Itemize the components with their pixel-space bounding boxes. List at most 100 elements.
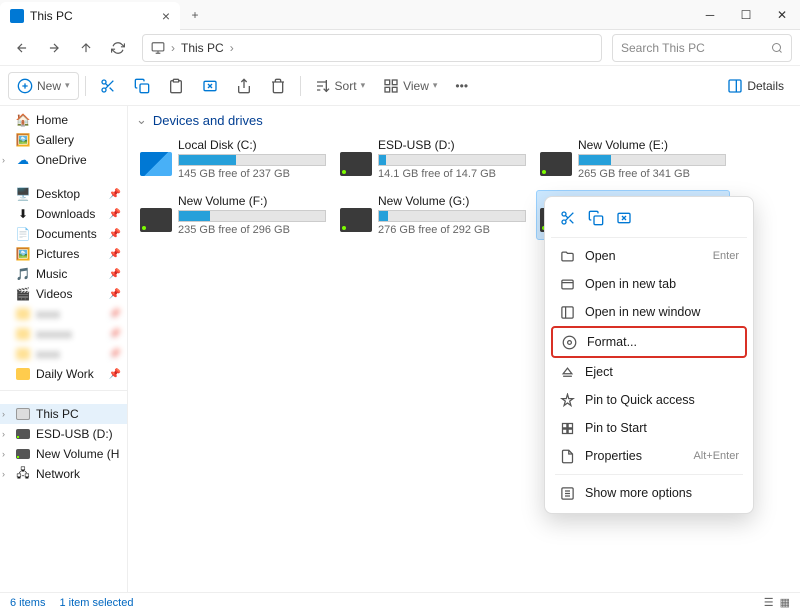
sort-button[interactable]: Sort▾	[307, 72, 374, 100]
sidebar-item-downloads[interactable]: ⬇Downloads📌	[0, 204, 127, 224]
breadcrumb[interactable]: This PC	[181, 41, 224, 55]
sidebar-item-pictures[interactable]: 🖼️Pictures📌	[0, 244, 127, 264]
context-open[interactable]: OpenEnter	[551, 242, 747, 270]
pin-icon: 📌	[109, 289, 121, 300]
new-tab-button[interactable]: +	[180, 0, 210, 29]
cut-button[interactable]	[92, 72, 124, 100]
chevron-right-icon[interactable]: ›	[2, 449, 5, 459]
format-icon	[561, 334, 577, 350]
tab-this-pc[interactable]: This PC ×	[0, 2, 180, 30]
plus-circle-icon	[17, 78, 33, 94]
drive-item[interactable]: New Volume (E:)265 GB free of 341 GB	[536, 134, 730, 184]
more-button[interactable]: •••	[447, 72, 476, 100]
context-pin-start[interactable]: Pin to Start	[551, 414, 747, 442]
sidebar-item-home[interactable]: 🏠Home	[0, 110, 127, 130]
forward-button[interactable]	[40, 34, 68, 62]
drive-name: Local Disk (C:)	[178, 138, 326, 152]
sidebar-item-documents[interactable]: 📄Documents📌	[0, 224, 127, 244]
cut-button[interactable]	[557, 207, 579, 229]
context-eject[interactable]: Eject	[551, 358, 747, 386]
pin-icon: 📌	[109, 269, 121, 280]
chevron-right-icon[interactable]: ›	[2, 429, 5, 439]
drive-name: New Volume (G:)	[378, 194, 526, 208]
sidebar-item-gallery[interactable]: 🖼️Gallery	[0, 130, 127, 150]
drive-icon	[140, 208, 172, 232]
search-box[interactable]: Search This PC	[612, 34, 792, 62]
copy-button[interactable]	[126, 72, 158, 100]
chevron-right-icon: ›	[230, 41, 234, 55]
drive-name: ESD-USB (D:)	[378, 138, 526, 152]
refresh-button[interactable]	[104, 34, 132, 62]
status-bar: 6 items 1 item selected ☰ ▦	[0, 592, 800, 612]
view-button[interactable]: View▾	[375, 72, 445, 100]
chevron-right-icon[interactable]: ›	[2, 469, 5, 479]
context-properties[interactable]: PropertiesAlt+Enter	[551, 442, 747, 470]
context-menu-quick-actions	[551, 203, 747, 238]
gallery-icon: 🖼️	[16, 133, 30, 147]
sidebar-item-esd-usb[interactable]: ›ESD-USB (D:)	[0, 424, 127, 444]
sidebar: 🏠Home 🖼️Gallery ›☁OneDrive 🖥️Desktop📌 ⬇D…	[0, 106, 128, 592]
drive-icon	[340, 152, 372, 176]
documents-icon: 📄	[16, 227, 30, 241]
rename-button[interactable]	[194, 72, 226, 100]
chevron-right-icon[interactable]: ›	[2, 409, 5, 419]
chevron-right-icon[interactable]: ›	[2, 155, 5, 165]
delete-button[interactable]	[262, 72, 294, 100]
copy-button[interactable]	[585, 207, 607, 229]
pin-icon: 📌	[109, 249, 121, 260]
maximize-button[interactable]: ☐	[728, 0, 764, 29]
pin-icon: 📌	[109, 209, 121, 220]
drive-free-text: 145 GB free of 237 GB	[178, 168, 326, 180]
drive-capacity-bar	[178, 210, 326, 222]
new-button[interactable]: New ▾	[8, 72, 79, 100]
sidebar-item-desktop[interactable]: 🖥️Desktop📌	[0, 184, 127, 204]
window-controls: ─ ☐ ✕	[692, 0, 800, 29]
details-view-button[interactable]: ☰	[764, 596, 774, 609]
drive-icon	[340, 208, 372, 232]
status-item-count: 6 items	[10, 597, 45, 609]
more-icon	[559, 485, 575, 501]
group-header-devices[interactable]: ⌄ Devices and drives	[136, 112, 792, 128]
context-open-new-window[interactable]: Open in new window	[551, 298, 747, 326]
pin-icon	[559, 392, 575, 408]
properties-icon	[559, 448, 575, 464]
context-open-new-tab[interactable]: Open in new tab	[551, 270, 747, 298]
sidebar-item-onedrive[interactable]: ›☁OneDrive	[0, 150, 127, 170]
command-bar: New ▾ Sort▾ View▾ ••• Details	[0, 66, 800, 106]
sidebar-item-videos[interactable]: 🎬Videos📌	[0, 284, 127, 304]
up-button[interactable]	[72, 34, 100, 62]
drive-item[interactable]: New Volume (G:)276 GB free of 292 GB	[336, 190, 530, 240]
sidebar-item-blurred[interactable]: xxxx📌	[0, 344, 127, 364]
close-tab-icon[interactable]: ×	[162, 8, 170, 24]
navbar: › This PC › Search This PC	[0, 30, 800, 66]
minimize-button[interactable]: ─	[692, 0, 728, 29]
sidebar-item-network[interactable]: ›🖧Network	[0, 464, 127, 484]
address-bar[interactable]: › This PC ›	[142, 34, 602, 62]
network-icon: 🖧	[16, 467, 30, 481]
sidebar-item-new-volume-h[interactable]: ›New Volume (H	[0, 444, 127, 464]
sidebar-item-this-pc[interactable]: ›This PC	[0, 404, 127, 424]
sidebar-item-blurred[interactable]: xxxx📌	[0, 304, 127, 324]
sidebar-item-music[interactable]: 🎵Music📌	[0, 264, 127, 284]
close-button[interactable]: ✕	[764, 0, 800, 29]
details-pane-button[interactable]: Details	[719, 72, 792, 100]
drive-item[interactable]: Local Disk (C:) 145 GB free of 237 GB	[136, 134, 330, 184]
rename-button[interactable]	[613, 207, 635, 229]
back-button[interactable]	[8, 34, 36, 62]
tiles-view-button[interactable]: ▦	[780, 596, 790, 609]
context-show-more[interactable]: Show more options	[551, 479, 747, 507]
context-pin-quick-access[interactable]: Pin to Quick access	[551, 386, 747, 414]
drive-item[interactable]: New Volume (F:)235 GB free of 296 GB	[136, 190, 330, 240]
sidebar-item-daily-work[interactable]: Daily Work📌	[0, 364, 127, 384]
drive-capacity-bar	[178, 154, 326, 166]
context-format[interactable]: Format...	[551, 326, 747, 358]
drive-icon	[540, 152, 572, 176]
share-button[interactable]	[228, 72, 260, 100]
drive-capacity-bar	[378, 210, 526, 222]
pin-icon: 📌	[109, 229, 121, 240]
sidebar-item-blurred[interactable]: xxxxxx📌	[0, 324, 127, 344]
paste-button[interactable]	[160, 72, 192, 100]
home-icon: 🏠	[16, 113, 30, 127]
titlebar: This PC × + ─ ☐ ✕	[0, 0, 800, 30]
drive-item[interactable]: ESD-USB (D:)14.1 GB free of 14.7 GB	[336, 134, 530, 184]
